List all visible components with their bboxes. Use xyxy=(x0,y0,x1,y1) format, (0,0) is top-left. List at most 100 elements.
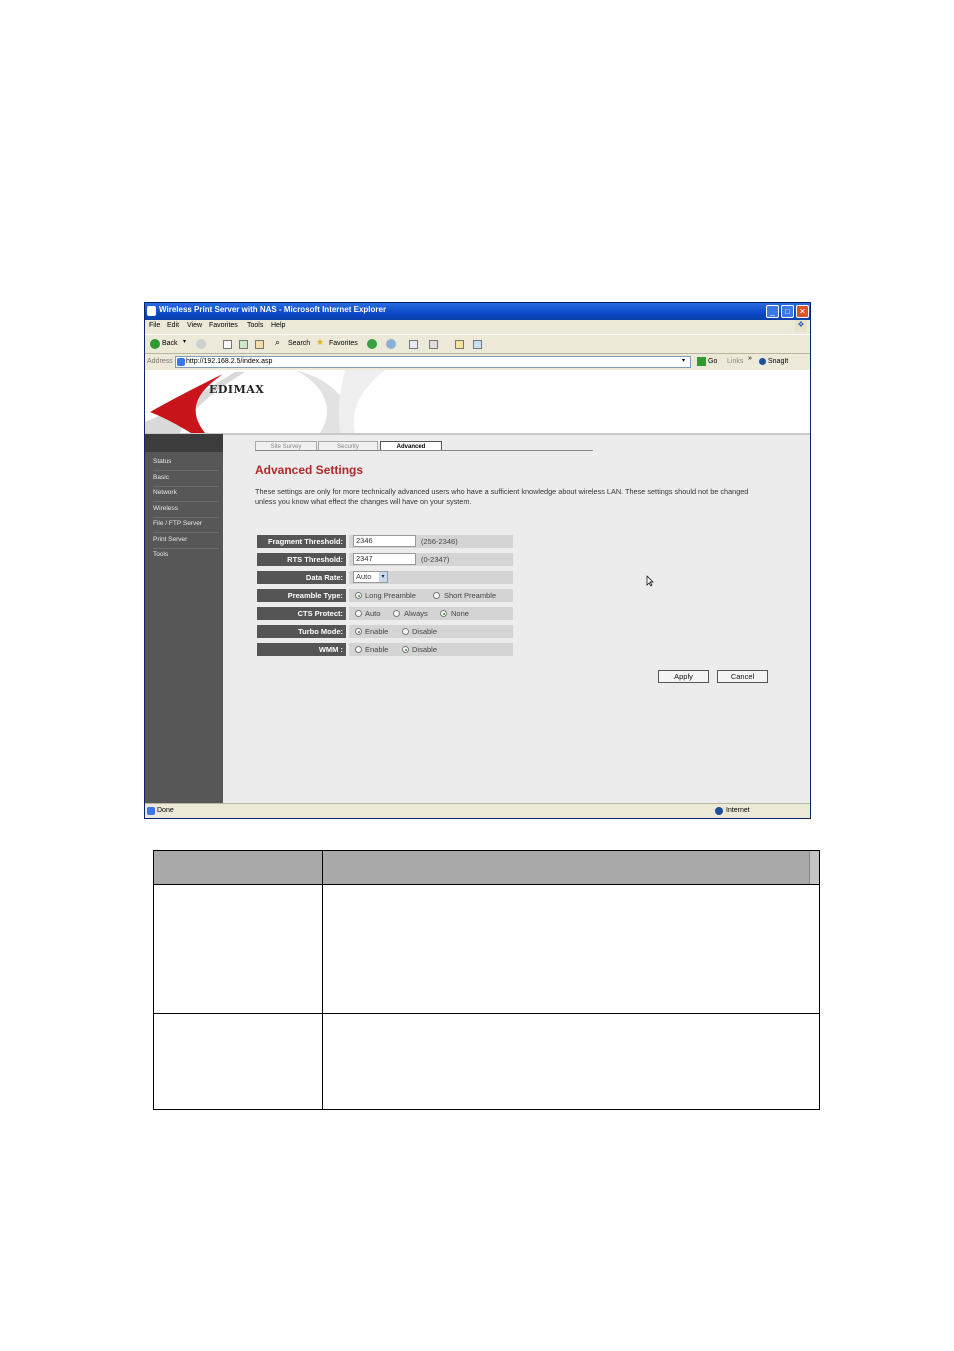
favorites-button[interactable]: Favorites xyxy=(329,340,358,347)
address-url: http://192.168.2.5/index.asp xyxy=(186,358,273,365)
turbo-enable-radio[interactable] xyxy=(355,628,362,635)
sidebar-item-tools[interactable]: Tools xyxy=(153,548,219,563)
cts-none-radio[interactable] xyxy=(440,610,447,617)
minimize-button[interactable]: _ xyxy=(766,305,779,318)
preamble-long-radio[interactable] xyxy=(355,592,362,599)
chevron-down-icon[interactable]: ▾ xyxy=(379,572,387,582)
mouse-cursor-icon xyxy=(646,575,654,587)
cts-always-radio[interactable] xyxy=(393,610,400,617)
web-page: EDIMAX Status Basic Network Wireless Fil… xyxy=(145,370,810,803)
cts-auto-radio[interactable] xyxy=(355,610,362,617)
page-title: Advanced Settings xyxy=(255,463,364,477)
snagit-button[interactable]: SnagIt xyxy=(768,358,788,365)
table-header xyxy=(154,851,819,885)
refresh-icon[interactable] xyxy=(239,340,248,349)
search-button[interactable]: Search xyxy=(288,340,310,347)
cts-always-label: Always xyxy=(404,609,428,618)
cancel-button[interactable]: Cancel xyxy=(717,670,768,683)
wmm-enable-label: Enable xyxy=(365,645,389,654)
menu-edit[interactable]: Edit xyxy=(167,322,179,329)
cts-auto-label: Auto xyxy=(365,609,381,618)
fragment-threshold-input[interactable]: 2346 xyxy=(353,535,416,547)
wmm-disable-radio[interactable] xyxy=(402,646,409,653)
turbo-mode-label: Turbo Mode: xyxy=(257,625,346,638)
preamble-type-cell: Long Preamble Short Preamble xyxy=(349,589,513,602)
sidebar-item-basic[interactable]: Basic xyxy=(153,471,219,487)
turbo-mode-cell: Enable Disable xyxy=(349,625,513,638)
globe-icon xyxy=(715,807,723,815)
print-icon[interactable] xyxy=(429,340,438,349)
address-label: Address xyxy=(147,358,173,365)
page-done-icon xyxy=(147,807,155,815)
snagit-icon xyxy=(759,358,766,365)
turbo-disable-radio[interactable] xyxy=(402,628,409,635)
wmm-enable-radio[interactable] xyxy=(355,646,362,653)
links-label[interactable]: Links xyxy=(727,358,743,365)
go-arrow-icon[interactable] xyxy=(697,357,706,366)
status-zone: Internet xyxy=(726,807,750,814)
wmm-cell: Enable Disable xyxy=(349,643,513,656)
go-button[interactable]: Go xyxy=(708,358,717,365)
page-description: These settings are only for more technic… xyxy=(255,487,749,506)
data-rate-cell: Auto ▾ xyxy=(349,571,513,584)
forward-arrow-icon[interactable] xyxy=(196,339,206,349)
preamble-long-label: Long Preamble xyxy=(365,591,416,600)
favorites-star-icon[interactable]: ★ xyxy=(316,337,324,348)
mail-icon[interactable] xyxy=(409,340,418,349)
folder-icon[interactable] xyxy=(455,340,464,349)
sidebar-item-print-server[interactable]: Print Server xyxy=(153,533,219,549)
sidebar: Status Basic Network Wireless File / FTP… xyxy=(145,434,223,803)
table-row-divider xyxy=(154,1013,819,1014)
data-rate-select[interactable]: Auto ▾ xyxy=(353,571,388,583)
back-arrow-icon[interactable] xyxy=(150,339,160,349)
sidebar-item-network[interactable]: Network xyxy=(153,486,219,502)
menu-favorites[interactable]: Favorites xyxy=(209,322,238,329)
ie-icon xyxy=(147,306,156,316)
header-swoosh xyxy=(145,370,385,433)
back-button[interactable]: Back xyxy=(162,340,178,347)
messenger-icon[interactable] xyxy=(473,340,482,349)
toolbar: Back ▾ ⌕ Search ★ Favorites xyxy=(145,334,810,354)
menu-file[interactable]: File xyxy=(149,322,160,329)
fragment-threshold-label: Fragment Threshold: xyxy=(257,535,346,548)
sidebar-item-file-ftp-server[interactable]: File / FTP Server xyxy=(153,517,219,533)
stop-icon[interactable] xyxy=(223,340,232,349)
wmm-label: WMM : xyxy=(257,643,346,656)
history-icon[interactable] xyxy=(386,339,396,349)
rts-threshold-input[interactable]: 2347 xyxy=(353,553,416,565)
data-rate-value: Auto xyxy=(356,572,372,581)
page-header: EDIMAX xyxy=(145,370,810,435)
maximize-button[interactable]: □ xyxy=(781,305,794,318)
cts-protect-label: CTS Protect: xyxy=(257,607,346,620)
address-dropdown-icon[interactable]: ▾ xyxy=(682,357,685,364)
search-icon[interactable]: ⌕ xyxy=(275,337,280,348)
status-text: Done xyxy=(157,807,174,814)
preamble-type-label: Preamble Type: xyxy=(257,589,346,602)
sidebar-item-status[interactable]: Status xyxy=(153,455,219,471)
back-dropdown-icon[interactable]: ▾ xyxy=(183,338,186,345)
cts-protect-cell: Auto Always None xyxy=(349,607,513,620)
turbo-disable-label: Disable xyxy=(412,627,438,636)
close-button[interactable]: ✕ xyxy=(796,305,809,318)
preamble-short-radio[interactable] xyxy=(433,592,440,599)
media-icon[interactable] xyxy=(367,339,377,349)
address-input[interactable]: http://192.168.2.5/index.asp xyxy=(175,356,691,368)
tab-underline xyxy=(255,450,593,451)
description-table xyxy=(153,850,820,1110)
fragment-threshold-cell: 2346 (256-2346) xyxy=(349,535,513,548)
menu-view[interactable]: View xyxy=(187,322,202,329)
sidebar-top xyxy=(145,434,223,452)
menu-help[interactable]: Help xyxy=(271,322,285,329)
data-rate-label: Data Rate: xyxy=(257,571,346,584)
menu-tools[interactable]: Tools xyxy=(247,322,263,329)
status-bar: Done Internet xyxy=(145,803,810,818)
page-icon xyxy=(177,358,185,366)
sidebar-item-wireless[interactable]: Wireless xyxy=(153,502,219,518)
cts-none-label: None xyxy=(451,609,469,618)
edimax-logo: EDIMAX xyxy=(209,383,265,396)
fragment-threshold-range: (256-2346) xyxy=(421,537,458,546)
menu-bar: File Edit View Favorites Tools Help ❖ xyxy=(145,320,810,334)
links-chevron-icon[interactable]: » xyxy=(748,355,752,362)
home-icon[interactable] xyxy=(255,340,264,349)
apply-button[interactable]: Apply xyxy=(658,670,709,683)
